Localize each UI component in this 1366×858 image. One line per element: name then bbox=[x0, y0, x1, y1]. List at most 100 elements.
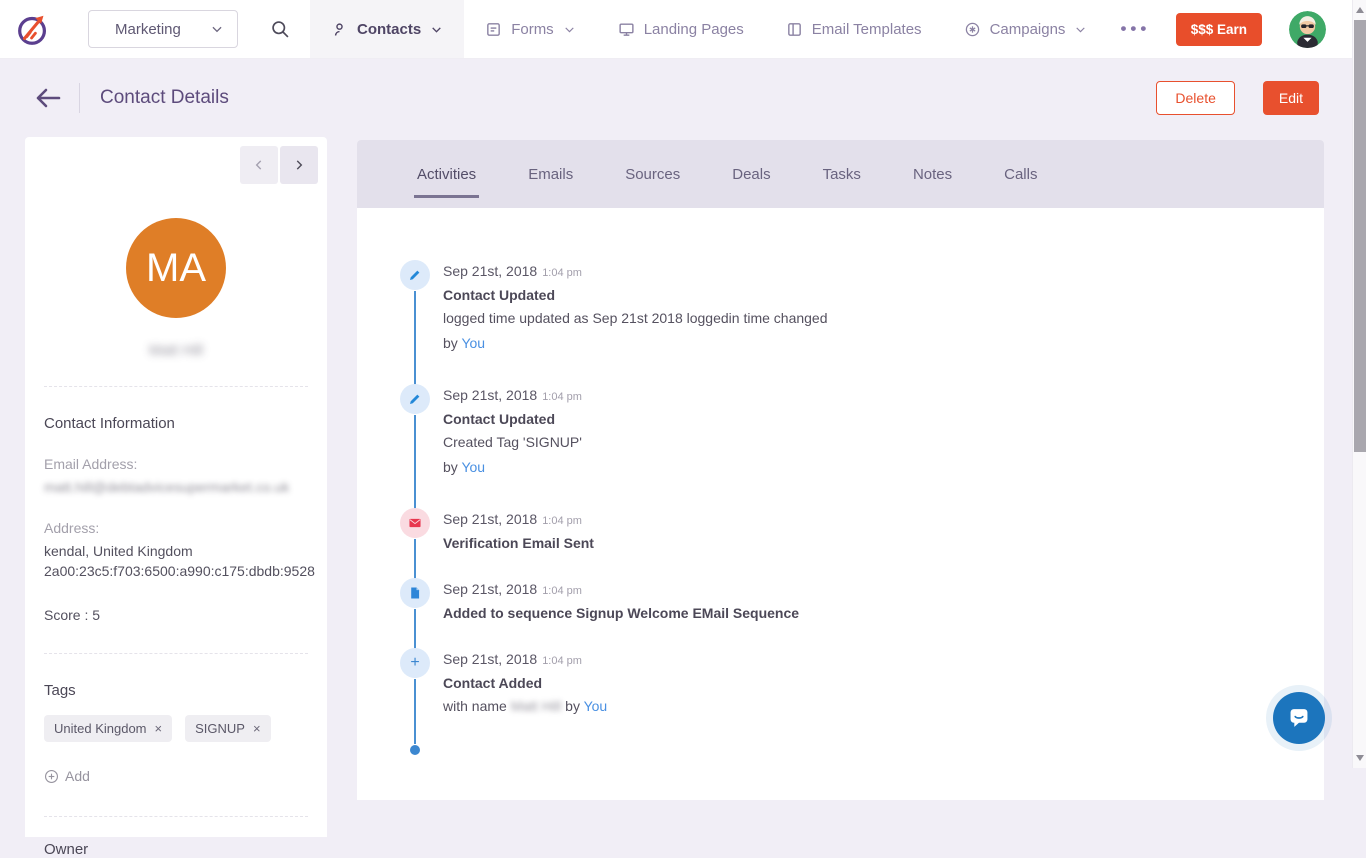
detail-tabs: Activities Emails Sources Deals Tasks No… bbox=[357, 140, 1324, 208]
arrow-left-icon[interactable] bbox=[35, 87, 61, 109]
chevron-down-icon bbox=[1074, 23, 1087, 36]
tab-tasks[interactable]: Tasks bbox=[797, 140, 887, 208]
tags-heading: Tags bbox=[44, 682, 308, 699]
timeline-end-dot bbox=[410, 745, 420, 755]
chat-widget-button[interactable] bbox=[1273, 692, 1325, 744]
tag-chip: United Kingdom × bbox=[44, 715, 172, 742]
add-tag-button[interactable]: Add bbox=[44, 768, 308, 784]
person-icon bbox=[331, 21, 348, 38]
activity-title: Verification Email Sent bbox=[443, 535, 594, 551]
activity-byline: with name Matt Hill by You bbox=[443, 696, 607, 716]
header-actions: Delete Edit bbox=[1156, 81, 1319, 115]
activity-item: Sep 21st, 20181:04 pm Contact Updated lo… bbox=[400, 260, 1324, 384]
nav-item-label: Contacts bbox=[357, 21, 421, 38]
form-icon bbox=[485, 21, 502, 38]
divider bbox=[44, 653, 308, 654]
mail-icon bbox=[408, 516, 422, 530]
main-nav-menu: Contacts Forms Landing Pages Email Templ… bbox=[310, 0, 1108, 58]
tags-section: Tags United Kingdom × SIGNUP × Add bbox=[25, 682, 327, 784]
activity-byline: by You bbox=[443, 333, 828, 353]
activity-date-row: Sep 21st, 20181:04 pm bbox=[443, 651, 607, 669]
next-contact-button[interactable] bbox=[280, 146, 318, 184]
contact-pager bbox=[25, 137, 327, 184]
tag-list: United Kingdom × SIGNUP × bbox=[44, 715, 308, 742]
contact-information-section: Contact Information Email Address: matt.… bbox=[25, 415, 327, 623]
user-link[interactable]: You bbox=[584, 698, 608, 714]
nav-item-email-templates[interactable]: Email Templates bbox=[765, 0, 943, 58]
contact-summary-card: MA Matt Hill Contact Information Email A… bbox=[25, 137, 327, 837]
more-menu-icon[interactable]: ••• bbox=[1120, 19, 1150, 39]
search-icon[interactable] bbox=[270, 19, 290, 39]
content-area: MA Matt Hill Contact Information Email A… bbox=[0, 137, 1352, 768]
tab-notes[interactable]: Notes bbox=[887, 140, 978, 208]
chat-bubble-icon bbox=[1284, 703, 1314, 733]
activity-description: logged time updated as Sep 21st 2018 log… bbox=[443, 308, 828, 328]
nav-item-campaigns[interactable]: Campaigns bbox=[943, 0, 1109, 58]
email-label: Email Address: bbox=[44, 456, 308, 472]
activity-description: Created Tag 'SIGNUP' bbox=[443, 432, 582, 452]
tab-activities[interactable]: Activities bbox=[391, 140, 502, 208]
scroll-down-icon[interactable] bbox=[1356, 755, 1364, 761]
tab-sources[interactable]: Sources bbox=[599, 140, 706, 208]
owner-heading: Owner bbox=[44, 841, 308, 858]
previous-contact-button[interactable] bbox=[240, 146, 278, 184]
delete-button[interactable]: Delete bbox=[1156, 81, 1234, 115]
contact-avatar: MA bbox=[126, 218, 226, 318]
tag-label: United Kingdom bbox=[54, 721, 147, 736]
owner-section: Owner bbox=[25, 841, 327, 858]
nav-item-label: Forms bbox=[511, 21, 554, 38]
nav-item-landing-pages[interactable]: Landing Pages bbox=[597, 0, 765, 58]
divider bbox=[44, 386, 308, 387]
scrollbar-thumb[interactable] bbox=[1354, 20, 1366, 452]
activity-item: + Sep 21st, 20181:04 pm Contact Added wi… bbox=[400, 648, 1324, 743]
contact-name-blurred: Matt Hill bbox=[25, 342, 327, 359]
activity-item: Sep 21st, 20181:04 pm Contact Updated Cr… bbox=[400, 384, 1324, 508]
monitor-icon bbox=[618, 21, 635, 38]
activity-title: Contact Updated bbox=[443, 287, 828, 303]
user-link[interactable]: You bbox=[461, 335, 485, 351]
page-title: Contact Details bbox=[100, 87, 229, 109]
chevron-down-icon bbox=[210, 22, 224, 36]
user-link[interactable]: You bbox=[461, 459, 485, 475]
contact-score: Score : 5 bbox=[44, 607, 308, 623]
divider bbox=[44, 816, 308, 817]
nav-item-label: Email Templates bbox=[812, 21, 922, 38]
tab-deals[interactable]: Deals bbox=[706, 140, 796, 208]
contact-detail-panel: Activities Emails Sources Deals Tasks No… bbox=[357, 140, 1324, 800]
campaign-icon bbox=[964, 21, 981, 38]
remove-tag-icon[interactable]: × bbox=[253, 721, 261, 736]
chevron-down-icon bbox=[563, 23, 576, 36]
activity-date-row: Sep 21st, 20181:04 pm bbox=[443, 263, 828, 281]
pencil-icon bbox=[408, 268, 422, 282]
email-value-blurred: matt.hill@debtadvicesupermarket.co.uk bbox=[44, 478, 308, 496]
nav-item-forms[interactable]: Forms bbox=[464, 0, 597, 58]
app-logo-icon[interactable] bbox=[14, 10, 52, 48]
header-divider bbox=[79, 83, 80, 113]
activity-item: Sep 21st, 20181:04 pm Verification Email… bbox=[400, 508, 1324, 578]
activity-byline: by You bbox=[443, 457, 582, 477]
nav-item-contacts[interactable]: Contacts bbox=[310, 0, 464, 58]
activity-timeline: Sep 21st, 20181:04 pm Contact Updated lo… bbox=[400, 260, 1324, 755]
tab-calls[interactable]: Calls bbox=[978, 140, 1063, 208]
document-icon bbox=[408, 586, 422, 600]
product-switcher-dropdown[interactable]: Marketing bbox=[88, 10, 238, 48]
activity-title: Contact Updated bbox=[443, 411, 582, 427]
activity-date-row: Sep 21st, 20181:04 pm bbox=[443, 387, 582, 405]
tag-chip: SIGNUP × bbox=[185, 715, 270, 742]
user-avatar[interactable] bbox=[1289, 11, 1326, 48]
earn-button[interactable]: $$$ Earn bbox=[1176, 13, 1262, 46]
activity-title: Added to sequence Signup Welcome EMail S… bbox=[443, 605, 799, 621]
scroll-up-icon[interactable] bbox=[1356, 7, 1364, 13]
product-switcher-value: Marketing bbox=[115, 21, 181, 38]
edit-button[interactable]: Edit bbox=[1263, 81, 1319, 115]
plus-circle-icon bbox=[44, 769, 59, 784]
nav-item-label: Landing Pages bbox=[644, 21, 744, 38]
chevron-down-icon bbox=[430, 23, 443, 36]
page-header: Contact Details Delete Edit bbox=[0, 59, 1352, 137]
vertical-scrollbar[interactable] bbox=[1352, 0, 1366, 768]
tab-emails[interactable]: Emails bbox=[502, 140, 599, 208]
chevron-left-icon bbox=[252, 158, 266, 172]
remove-tag-icon[interactable]: × bbox=[155, 721, 163, 736]
top-navigation: Marketing Contacts Forms Landing Pages bbox=[0, 0, 1352, 59]
chevron-right-icon bbox=[292, 158, 306, 172]
